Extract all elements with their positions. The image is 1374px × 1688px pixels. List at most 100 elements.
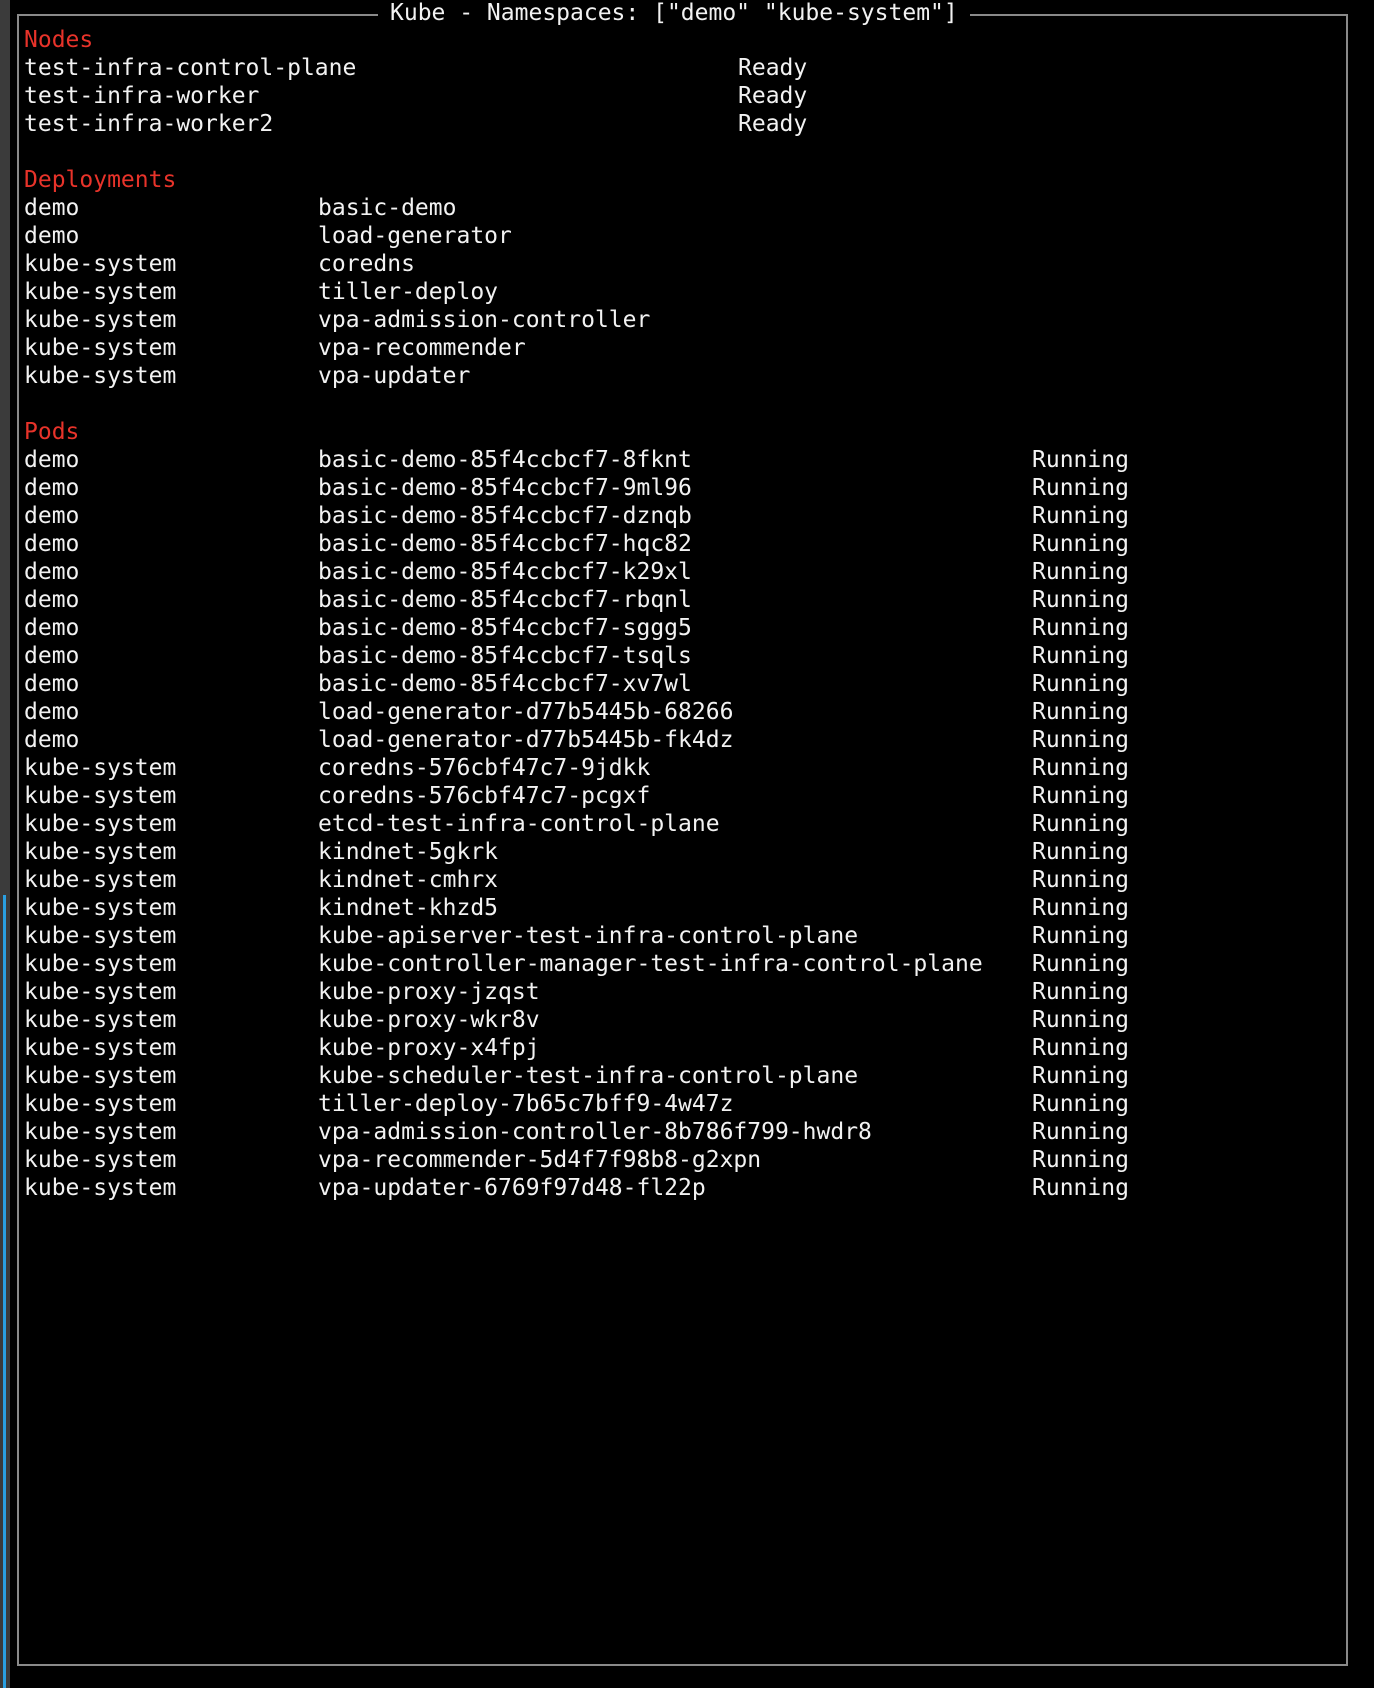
pod-status: Running: [1032, 979, 1129, 1005]
pod-namespace: kube-system: [24, 811, 177, 837]
pod-row[interactable]: kube-system kube-scheduler-test-infra-con…: [24, 1062, 1342, 1090]
pod-namespace: demo: [24, 447, 80, 473]
pod-row[interactable]: kube-system kube-proxy-jzqst Running: [24, 978, 1342, 1006]
deployment-row[interactable]: demo load-generator: [24, 222, 1342, 250]
pod-row[interactable]: demo basic-demo-85f4ccbcf7-9ml96 Running: [24, 474, 1342, 502]
pod-status: Running: [1032, 559, 1129, 585]
node-status: Ready: [738, 83, 808, 109]
pod-row[interactable]: kube-system kindnet-5gkrk Running: [24, 838, 1342, 866]
pod-status: Running: [1032, 447, 1129, 473]
pod-row[interactable]: demo load-generator-d77b5445b-68266 Runnin…: [24, 698, 1342, 726]
pod-row[interactable]: kube-system vpa-updater-6769f97d48-fl22p R…: [24, 1174, 1342, 1202]
deployment-row[interactable]: kube-system tiller-deploy: [24, 278, 1342, 306]
pod-row[interactable]: demo basic-demo-85f4ccbcf7-sggg5 Running: [24, 614, 1342, 642]
pod-row[interactable]: kube-system etcd-test-infra-control-plane…: [24, 810, 1342, 838]
deployment-name: tiller-deploy: [318, 279, 499, 305]
pod-status: Running: [1032, 811, 1129, 837]
pod-status: Running: [1032, 503, 1129, 529]
pod-name: basic-demo-85f4ccbcf7-xv7wl: [318, 671, 692, 697]
pod-status: Running: [1032, 1091, 1129, 1117]
pod-name: coredns-576cbf47c7-pcgxf: [318, 783, 651, 809]
pod-row[interactable]: kube-system tiller-deploy-7b65c7bff9-4w47…: [24, 1090, 1342, 1118]
pod-namespace: demo: [24, 643, 80, 669]
pod-status: Running: [1032, 727, 1129, 753]
pod-name: basic-demo-85f4ccbcf7-dznqb: [318, 503, 692, 529]
node-name: test-infra-worker: [24, 83, 260, 109]
pod-row[interactable]: kube-system coredns-576cbf47c7-pcgxf Runni…: [24, 782, 1342, 810]
pod-status: Running: [1032, 783, 1129, 809]
pod-row[interactable]: kube-system vpa-admission-controller-8b78…: [24, 1118, 1342, 1146]
pod-namespace: demo: [24, 531, 80, 557]
pod-namespace: kube-system: [24, 979, 177, 1005]
panel-title: Kube - Namespaces: ["demo" "kube-system"…: [378, 0, 970, 28]
pod-status: Running: [1032, 587, 1129, 613]
pod-status: Running: [1032, 755, 1129, 781]
deployment-namespace: kube-system: [24, 307, 177, 333]
pod-row[interactable]: demo basic-demo-85f4ccbcf7-k29xl Running: [24, 558, 1342, 586]
pod-namespace: kube-system: [24, 895, 177, 921]
pod-row[interactable]: kube-system kube-apiserver-test-infra-con…: [24, 922, 1342, 950]
node-name: test-infra-control-plane: [24, 55, 357, 81]
deployment-row[interactable]: kube-system vpa-recommender: [24, 334, 1342, 362]
pod-name: kindnet-cmhrx: [318, 867, 499, 893]
pod-name: kube-proxy-wkr8v: [318, 1007, 540, 1033]
pod-namespace: kube-system: [24, 1007, 177, 1033]
node-row[interactable]: test-infra-control-plane Ready: [24, 54, 1342, 82]
pod-row[interactable]: kube-system coredns-576cbf47c7-9jdkk Runni…: [24, 754, 1342, 782]
pod-status: Running: [1032, 475, 1129, 501]
pod-name: basic-demo-85f4ccbcf7-8fknt: [318, 447, 692, 473]
node-row[interactable]: test-infra-worker Ready: [24, 82, 1342, 110]
deployment-row[interactable]: demo basic-demo: [24, 194, 1342, 222]
pod-status: Running: [1032, 1063, 1129, 1089]
pod-row[interactable]: demo basic-demo-85f4ccbcf7-rbqnl Running: [24, 586, 1342, 614]
pod-namespace: kube-system: [24, 1119, 177, 1145]
deployment-name: vpa-recommender: [318, 335, 526, 361]
pod-name: load-generator-d77b5445b-fk4dz: [318, 727, 734, 753]
pod-row[interactable]: demo basic-demo-85f4ccbcf7-xv7wl Running: [24, 670, 1342, 698]
deployment-row[interactable]: kube-system coredns: [24, 250, 1342, 278]
pod-row[interactable]: demo basic-demo-85f4ccbcf7-8fknt Running: [24, 446, 1342, 474]
node-row[interactable]: test-infra-worker2 Ready: [24, 110, 1342, 138]
deployments-list: demo basic-demo demo load-generator kube-sys…: [24, 194, 1342, 390]
pod-row[interactable]: kube-system kube-proxy-x4fpj Running: [24, 1034, 1342, 1062]
pod-name: basic-demo-85f4ccbcf7-9ml96: [318, 475, 692, 501]
deployment-row[interactable]: kube-system vpa-admission-controller: [24, 306, 1342, 334]
pod-status: Running: [1032, 643, 1129, 669]
pod-namespace: demo: [24, 671, 80, 697]
pod-namespace: kube-system: [24, 755, 177, 781]
pod-name: basic-demo-85f4ccbcf7-hqc82: [318, 531, 692, 557]
pods-list: demo basic-demo-85f4ccbcf7-8fknt Running de…: [24, 446, 1342, 1202]
deployment-name: vpa-admission-controller: [318, 307, 651, 333]
pod-status: Running: [1032, 1175, 1129, 1201]
pod-namespace: kube-system: [24, 1063, 177, 1089]
pod-namespace: kube-system: [24, 1147, 177, 1173]
pod-row[interactable]: kube-system kube-proxy-wkr8v Running: [24, 1006, 1342, 1034]
pod-name: kube-apiserver-test-infra-control-plane: [318, 923, 859, 949]
pod-name: basic-demo-85f4ccbcf7-rbqnl: [318, 587, 692, 613]
panel-content: Nodes test-infra-control-plane Ready test-…: [24, 26, 1342, 1202]
pod-name: coredns-576cbf47c7-9jdkk: [318, 755, 651, 781]
pod-row[interactable]: kube-system kindnet-cmhrx Running: [24, 866, 1342, 894]
pod-name: kindnet-5gkrk: [318, 839, 499, 865]
pod-name: kube-proxy-jzqst: [318, 979, 540, 1005]
pod-row[interactable]: kube-system kindnet-khzd5 Running: [24, 894, 1342, 922]
pods-section-title: Pods: [24, 419, 80, 445]
deployment-namespace: demo: [24, 223, 80, 249]
pod-row[interactable]: kube-system vpa-recommender-5d4f7f98b8-g2…: [24, 1146, 1342, 1174]
pod-namespace: demo: [24, 475, 80, 501]
pod-row[interactable]: demo basic-demo-85f4ccbcf7-hqc82 Running: [24, 530, 1342, 558]
nodes-section-title: Nodes: [24, 27, 94, 53]
deployment-namespace: kube-system: [24, 251, 177, 277]
deployment-namespace: kube-system: [24, 335, 177, 361]
pod-row[interactable]: demo basic-demo-85f4ccbcf7-dznqb Running: [24, 502, 1342, 530]
pod-status: Running: [1032, 1007, 1129, 1033]
pod-row[interactable]: demo basic-demo-85f4ccbcf7-tsqls Running: [24, 642, 1342, 670]
pod-row[interactable]: demo load-generator-d77b5445b-fk4dz Runnin…: [24, 726, 1342, 754]
deployment-row[interactable]: kube-system vpa-updater: [24, 362, 1342, 390]
pod-name: kindnet-khzd5: [318, 895, 499, 921]
pod-name: kube-scheduler-test-infra-control-plane: [318, 1063, 859, 1089]
pod-namespace: kube-system: [24, 1175, 177, 1201]
pod-row[interactable]: kube-system kube-controller-manager-test-…: [24, 950, 1342, 978]
pod-namespace: demo: [24, 615, 80, 641]
node-name: test-infra-worker2: [24, 111, 274, 137]
